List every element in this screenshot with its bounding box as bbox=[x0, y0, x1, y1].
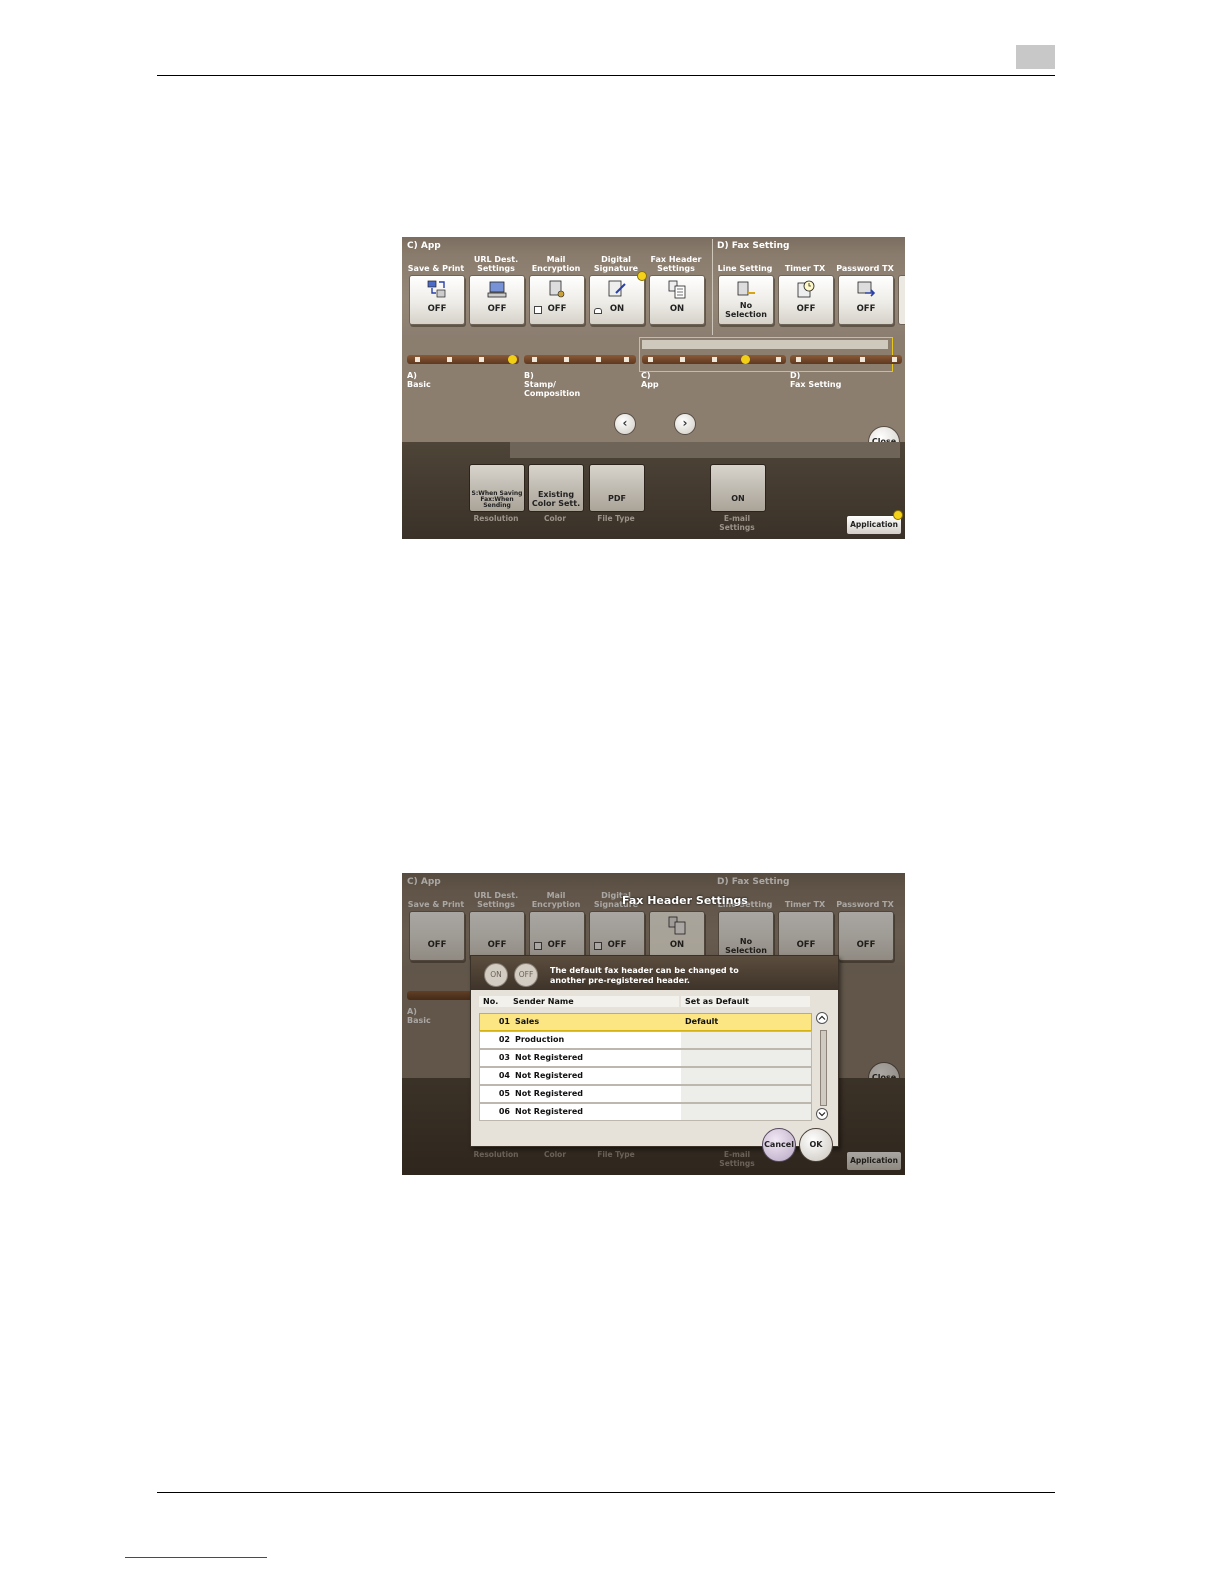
function-label: Line Setting bbox=[717, 264, 773, 273]
password-tx-icon bbox=[857, 281, 876, 297]
password-tx-button[interactable]: OFF bbox=[838, 275, 894, 325]
function-digital-signature[interactable]: Digital Signature ON bbox=[587, 253, 647, 327]
rail-label-basic: A) Basic bbox=[407, 371, 431, 389]
resolution-label: Resolution bbox=[473, 514, 519, 523]
screenshot-fax-header-settings: C) App D) Fax Setting Save & Print OFF U… bbox=[402, 873, 905, 1175]
file-type-label: File Type bbox=[597, 514, 635, 523]
save-print-button[interactable]: OFF bbox=[409, 275, 465, 325]
rail-label-stamp: B) Stamp/ Composition bbox=[524, 371, 581, 398]
column-header-no: No. bbox=[479, 996, 509, 1007]
color-button[interactable]: Existing Color Sett. bbox=[528, 464, 584, 512]
section-label-fax: D) Fax Setting bbox=[717, 241, 790, 251]
screenshot-application-menu: C) App D) Fax Setting Save & Print OFF U… bbox=[402, 237, 905, 539]
table-row[interactable]: 04 Not Registered bbox=[479, 1067, 812, 1085]
basic-settings-panel: S:When Saving Fax:When Sending Resolutio… bbox=[402, 442, 905, 539]
function-label: URL Dest. Settings bbox=[473, 255, 519, 273]
function-value: OFF bbox=[427, 304, 447, 314]
function-label: Mail Encryption bbox=[531, 255, 581, 273]
function-value: ON bbox=[609, 304, 625, 314]
function-mail-encryption[interactable]: Mail Encryption OFF bbox=[527, 253, 585, 327]
scroll-down-icon[interactable] bbox=[816, 1108, 828, 1120]
footer-rule bbox=[157, 1492, 1055, 1493]
function-save-print[interactable]: Save & Print OFF bbox=[407, 253, 465, 327]
function-line-setting[interactable]: Line Setting No Selection bbox=[716, 253, 774, 327]
function-fax-header-settings[interactable]: Fax Header Settings ON bbox=[647, 253, 705, 327]
column-header-sender: Sender Name bbox=[509, 996, 679, 1007]
rail-basic[interactable] bbox=[407, 355, 519, 364]
line-setting-button[interactable]: No Selection bbox=[718, 275, 774, 325]
url-dest-icon bbox=[487, 281, 507, 298]
application-indicator-icon bbox=[893, 510, 903, 520]
color-label: Color bbox=[543, 514, 567, 523]
table-row[interactable]: 06 Not Registered bbox=[479, 1103, 812, 1121]
function-value: OFF bbox=[547, 304, 567, 314]
rail-app[interactable] bbox=[642, 355, 786, 364]
save-print-icon bbox=[427, 280, 446, 298]
rail-label-app: C) App bbox=[641, 371, 659, 389]
column-header-default: Set as Default bbox=[681, 996, 810, 1007]
function-password-tx[interactable]: Password TX OFF bbox=[836, 253, 894, 327]
scroll-thumb[interactable] bbox=[820, 1030, 827, 1106]
digital-signature-icon bbox=[608, 280, 626, 297]
fax-header-icon bbox=[668, 280, 686, 299]
resolution-button[interactable]: S:When Saving Fax:When Sending bbox=[469, 464, 525, 512]
mail-encryption-icon bbox=[549, 280, 565, 298]
table-row[interactable]: 01 Sales Default bbox=[479, 1013, 812, 1031]
file-type-button[interactable]: PDF bbox=[589, 464, 645, 512]
dialog-header: ON OFF The default fax header can be cha… bbox=[471, 956, 838, 990]
function-label: Password TX bbox=[836, 264, 894, 273]
email-settings-label: E-mail Settings bbox=[719, 514, 755, 532]
function-label: Timer TX bbox=[784, 264, 826, 273]
timer-tx-button[interactable]: OFF bbox=[778, 275, 834, 325]
on-toggle[interactable]: ON bbox=[484, 963, 508, 987]
popup-title: Fax Header Settings bbox=[622, 894, 748, 907]
email-settings-value: ON bbox=[731, 494, 745, 503]
resolution-value: S:When Saving Fax:When Sending bbox=[471, 490, 523, 509]
view-scrollbar[interactable] bbox=[642, 340, 888, 349]
table-row[interactable]: 02 Production bbox=[479, 1031, 812, 1049]
table-row[interactable]: 05 Not Registered bbox=[479, 1085, 812, 1103]
next-function-button-partial[interactable] bbox=[898, 275, 905, 325]
rail-label-fax: D) Fax Setting bbox=[790, 371, 842, 389]
function-label: Save & Print bbox=[407, 264, 465, 273]
mail-encryption-button[interactable]: OFF bbox=[529, 275, 585, 325]
ok-button[interactable]: OK bbox=[799, 1128, 833, 1162]
function-value: No Selection bbox=[725, 301, 767, 319]
file-type-value: PDF bbox=[608, 494, 626, 503]
rail-fax-setting[interactable] bbox=[790, 355, 902, 364]
url-dest-button[interactable]: OFF bbox=[469, 275, 525, 325]
function-label: Fax Header Settings bbox=[650, 255, 702, 273]
function-value: OFF bbox=[856, 304, 876, 314]
cancel-button[interactable]: Cancel bbox=[762, 1128, 796, 1162]
list-scrollbar[interactable] bbox=[816, 1012, 828, 1124]
panel-strip bbox=[510, 442, 900, 458]
function-value: OFF bbox=[487, 304, 507, 314]
timer-tx-icon bbox=[797, 280, 815, 298]
section-label-app: C) App bbox=[407, 241, 441, 251]
function-url-dest-settings[interactable]: URL Dest. Settings OFF bbox=[467, 253, 525, 327]
category-navigator: A) Basic B) Stamp/ Composition C) App D) Fax… bbox=[402, 337, 905, 458]
function-panel: C) App D) Fax Setting Save & Print OFF U… bbox=[402, 237, 905, 337]
off-toggle[interactable]: OFF bbox=[514, 963, 538, 987]
fax-header-dialog: ON OFF The default fax header can be cha… bbox=[470, 955, 839, 1147]
email-settings-button[interactable]: ON bbox=[710, 464, 766, 512]
function-value: ON bbox=[669, 304, 685, 314]
table-row[interactable]: 03 Not Registered bbox=[479, 1049, 812, 1067]
rail-stamp-composition[interactable] bbox=[524, 355, 636, 364]
dialog-message: The default fax header can be changed to… bbox=[550, 966, 739, 985]
function-label: Digital Signature bbox=[593, 255, 639, 273]
color-value: Existing Color Sett. bbox=[531, 490, 581, 508]
function-timer-tx[interactable]: Timer TX OFF bbox=[776, 253, 834, 327]
function-value: OFF bbox=[796, 304, 816, 314]
scroll-up-icon[interactable] bbox=[816, 1012, 828, 1024]
next-page-button[interactable]: › bbox=[674, 413, 696, 435]
footer-link-underline[interactable] bbox=[125, 1557, 267, 1558]
chapter-number-box bbox=[1016, 45, 1055, 69]
digital-signature-button[interactable]: ON bbox=[589, 275, 645, 325]
line-setting-icon bbox=[737, 281, 755, 296]
fax-header-button[interactable]: ON bbox=[649, 275, 705, 325]
header-rule bbox=[157, 75, 1055, 76]
prev-page-button[interactable]: ‹ bbox=[614, 413, 636, 435]
